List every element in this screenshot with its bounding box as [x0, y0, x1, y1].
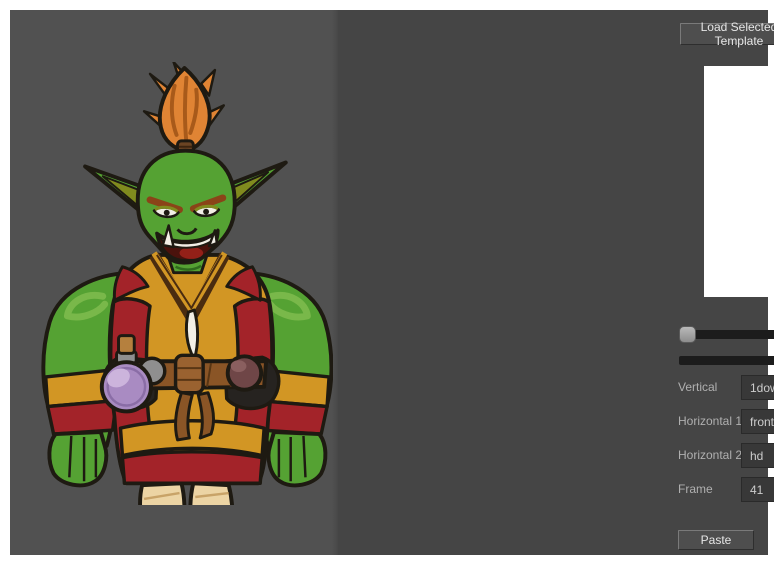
paste-template-dialog: Load Selected Template Orcus_QF_gr_4.tpl…	[10, 10, 768, 555]
preview-horizontal-slider-thumb[interactable]	[679, 326, 696, 343]
load-selected-template-button[interactable]: Load Selected Template	[680, 23, 774, 45]
frame-field[interactable]	[741, 477, 774, 502]
horizontal2-field[interactable]	[741, 443, 774, 468]
preview-horizontal-slider[interactable]	[679, 326, 774, 343]
character-viewport	[10, 10, 338, 555]
frame-scrub-slider[interactable]	[679, 352, 774, 369]
template-preview	[704, 66, 774, 297]
horizontal2-field-label: Horizontal 2	[678, 443, 742, 468]
vertical-field-label: Vertical	[678, 375, 717, 400]
paste-button[interactable]: Paste	[678, 530, 754, 550]
vertical-field[interactable]	[741, 375, 774, 400]
controls-panel: Load Selected Template Orcus_QF_gr_4.tpl…	[338, 10, 768, 555]
orc-character-large	[28, 62, 333, 505]
horizontal1-field-label: Horizontal 1	[678, 409, 742, 434]
horizontal1-field[interactable]	[741, 409, 774, 434]
frame-field-label: Frame	[678, 477, 713, 502]
frame-scrub-slider-track[interactable]	[679, 356, 774, 365]
